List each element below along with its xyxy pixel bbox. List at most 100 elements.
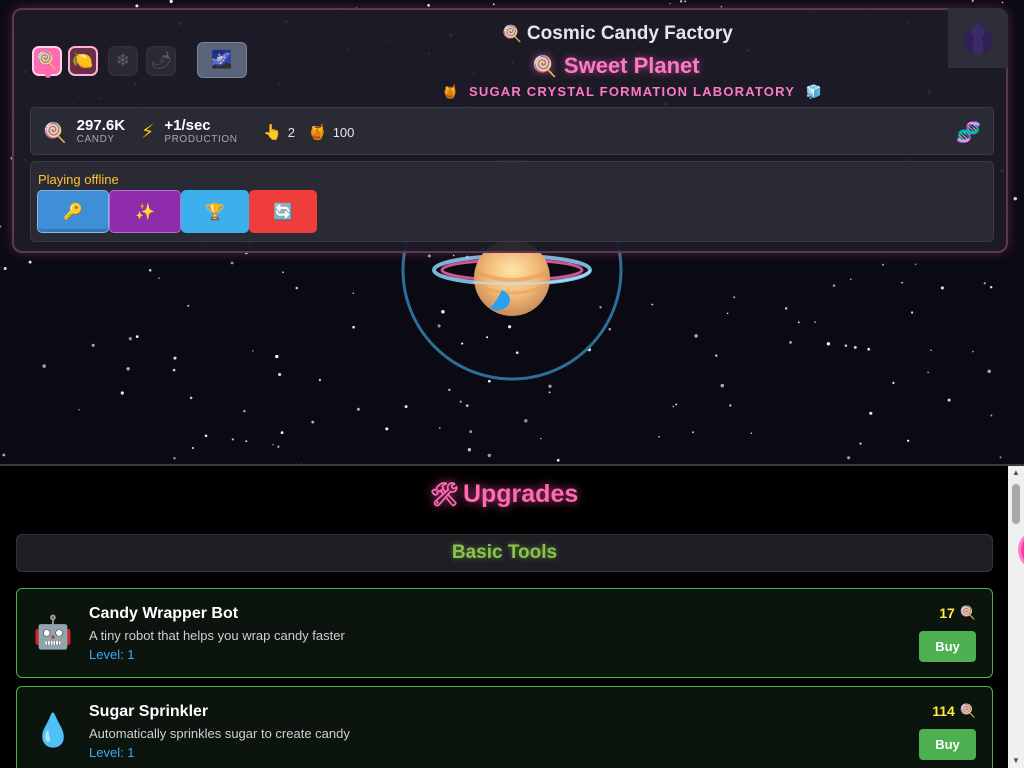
world-ice-button[interactable]: ❄ (108, 46, 138, 76)
login-button[interactable]: 🔑 (37, 190, 109, 233)
offline-status: Playing offline (38, 172, 119, 187)
star (204, 434, 208, 438)
star (987, 369, 991, 374)
star (148, 269, 152, 272)
star (524, 418, 528, 423)
galaxy-map-button[interactable]: 🌌 (197, 42, 247, 78)
world-lemon-button[interactable]: 🍋 (68, 46, 98, 76)
star (901, 281, 903, 284)
star (487, 453, 492, 458)
buy-button[interactable]: Buy (919, 729, 976, 760)
active-world-indicator (45, 72, 51, 78)
lollipop-icon: 🍭 (532, 54, 557, 78)
star (971, 0, 974, 2)
star (352, 292, 355, 295)
lollipop-icon: 🍭 (43, 121, 67, 144)
production-label: PRODUCTION (164, 134, 238, 145)
world-candy-button[interactable]: 🍭 (32, 46, 62, 78)
star (892, 381, 895, 385)
star (245, 440, 248, 443)
star (191, 447, 194, 449)
key-icon: 🔑 (63, 202, 83, 221)
upgrade-card-sugar-sprinkler[interactable]: 💧 Sugar Sprinkler Automatically sprinkle… (16, 686, 993, 768)
star (2, 453, 6, 457)
achievements-button[interactable]: 🏆 (181, 190, 249, 233)
crystal-button[interactable] (948, 8, 1008, 68)
star (311, 420, 315, 424)
star (911, 311, 914, 314)
star (540, 437, 542, 440)
lollipop-icon: 🍭 (502, 24, 522, 43)
star (750, 432, 753, 434)
scroll-thumb[interactable] (1012, 484, 1020, 524)
candy-label: CANDY (76, 134, 115, 145)
star (1013, 196, 1018, 201)
star (784, 307, 788, 310)
scroll-down-arrow-icon[interactable]: ▼ (1008, 756, 1024, 765)
star (42, 364, 46, 368)
star (135, 335, 139, 338)
star (0, 225, 2, 228)
pointing-hand-icon: 👆 (263, 123, 282, 141)
lollipop-icon: 🍭 (36, 51, 58, 71)
honey-pot-icon: 🍯 (308, 123, 327, 141)
upgrade-cost-value: 114 (932, 703, 955, 719)
app-title-text: Cosmic Candy Factory (526, 23, 733, 44)
star (282, 271, 284, 274)
clicks-value: 2 (287, 124, 295, 140)
ice-cube-icon: 🧊 (805, 85, 823, 100)
star (826, 342, 831, 346)
star (548, 391, 551, 394)
hammer-and-wrench-icon: 🛠 (429, 482, 459, 508)
dna-icon[interactable]: 🧬 (956, 120, 981, 144)
app-title: 🍭 Cosmic Candy Factory (502, 23, 733, 45)
star (243, 409, 246, 413)
candy-stat: 🍭 297.6K CANDY (43, 108, 125, 156)
droplet-icon: 💧 (33, 711, 73, 749)
star (684, 0, 687, 3)
trophy-icon: 🏆 (205, 202, 225, 221)
star (356, 407, 360, 411)
star (847, 456, 851, 460)
upgrades-scrollbar[interactable]: ▲ ▼ (1008, 466, 1024, 768)
star (465, 404, 469, 407)
prestige-button[interactable]: ✨ (109, 190, 181, 233)
scroll-up-arrow-icon[interactable]: ▲ (1008, 468, 1024, 477)
star (173, 457, 176, 460)
upgrades-title: 🛠 Upgrades (0, 480, 1008, 509)
star (280, 431, 284, 434)
star (930, 349, 932, 352)
upgrade-category-header[interactable]: Basic Tools (16, 534, 993, 572)
star (173, 356, 177, 360)
lemon-icon: 🍋 (72, 51, 94, 71)
star (126, 367, 130, 371)
sparkles-icon: ✨ (135, 202, 155, 221)
lollipop-icon: 🍭 (959, 605, 976, 621)
star (844, 344, 848, 347)
star (189, 396, 193, 400)
buy-button[interactable]: Buy (919, 631, 976, 662)
refresh-icon: 🔄 (273, 202, 293, 221)
star (692, 431, 694, 434)
star (990, 414, 993, 417)
star (972, 350, 974, 353)
star (469, 430, 473, 434)
star (947, 398, 951, 402)
star (679, 0, 683, 3)
upgrade-card-candy-wrapper-bot[interactable]: 🤖 Candy Wrapper Bot A tiny robot that he… (16, 588, 993, 678)
star (318, 378, 322, 382)
star (881, 263, 885, 266)
star (231, 438, 234, 441)
star (669, 2, 671, 5)
reset-button[interactable]: 🔄 (249, 190, 317, 233)
world-chili-button[interactable]: 🌶 (146, 46, 176, 76)
production-rate: +1/sec (164, 117, 211, 134)
upgrade-cost: 17 🍭 (939, 605, 976, 621)
star (548, 384, 552, 388)
star (448, 388, 451, 392)
star (169, 0, 173, 4)
star (940, 286, 944, 290)
upgrade-level: Level: 1 (89, 745, 135, 760)
honey-stat: 🍯 100 (308, 108, 354, 156)
star (867, 347, 871, 351)
